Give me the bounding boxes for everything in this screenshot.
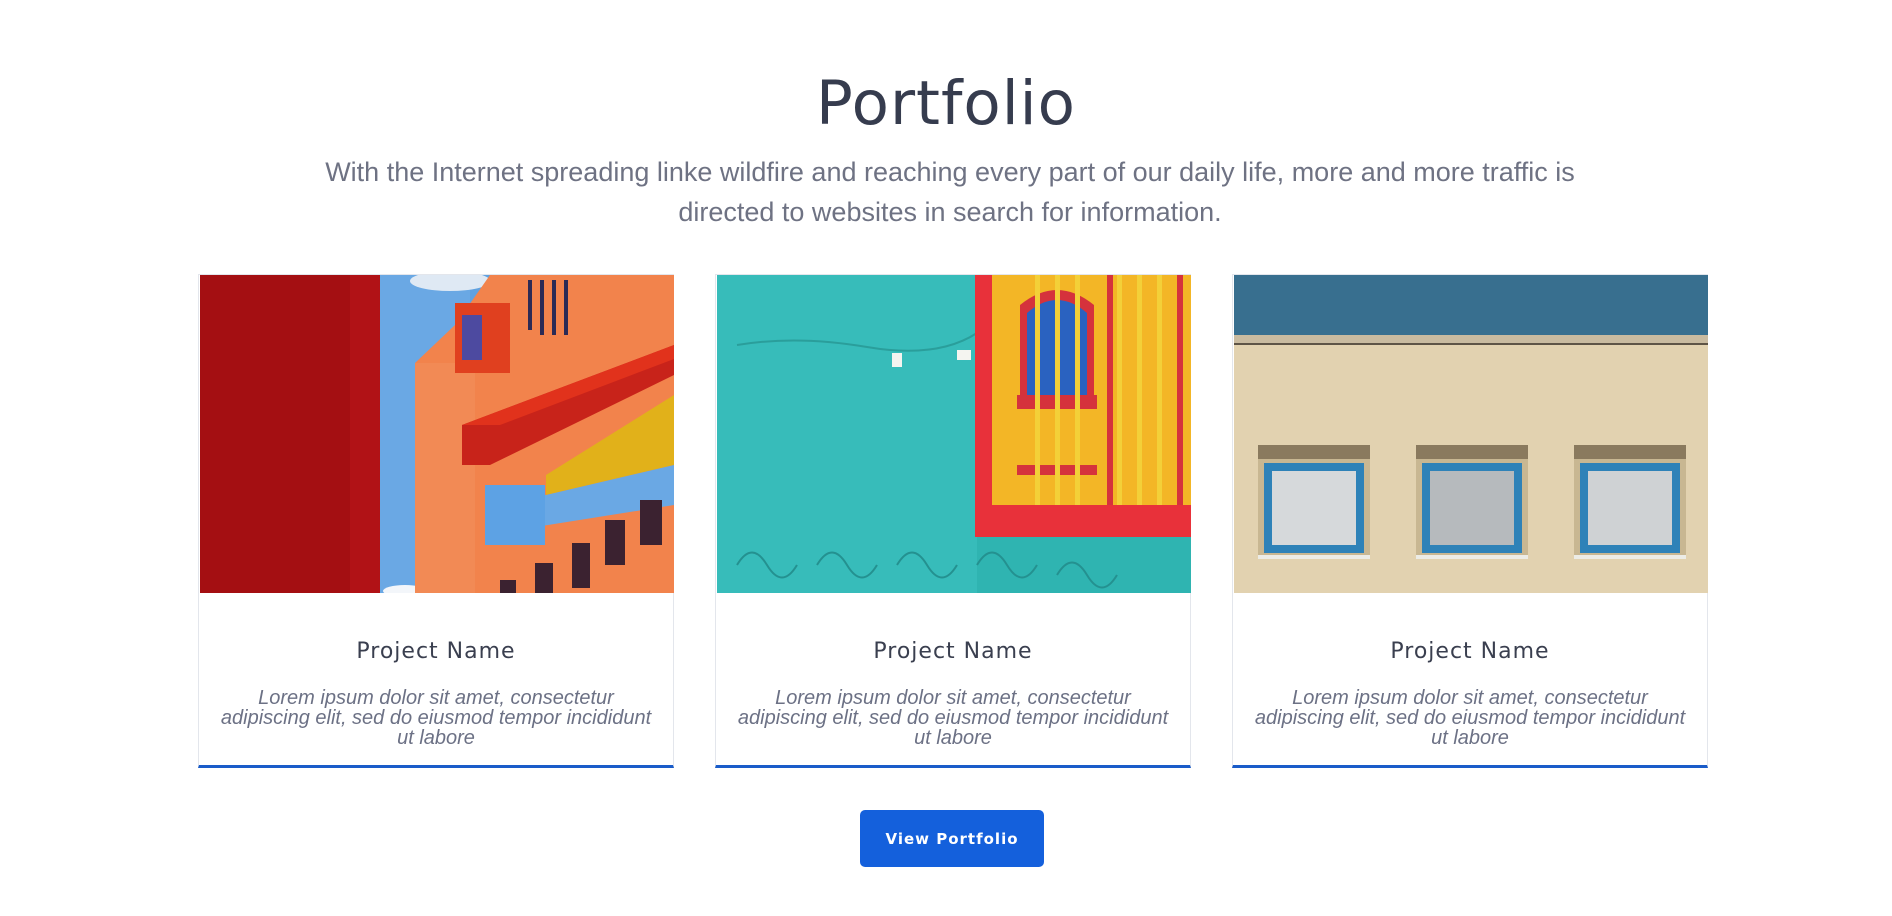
project-name: Project Name — [1390, 639, 1550, 664]
portfolio-card[interactable]: Project Name Lorem ipsum dolor sit amet,… — [198, 274, 674, 768]
project-name: Project Name — [873, 639, 1033, 664]
section-subtitle: With the Internet spreading linke wildfi… — [325, 157, 1575, 227]
project-image[interactable] — [1234, 275, 1708, 593]
project-image[interactable] — [717, 275, 1191, 593]
view-portfolio-button[interactable]: View Portfolio — [860, 810, 1044, 867]
project-description: Lorem ipsum dolor sit amet, consectetur … — [737, 687, 1169, 749]
project-description: Lorem ipsum dolor sit amet, consectetur … — [220, 687, 652, 749]
project-description: Lorem ipsum dolor sit amet, consectetur … — [1254, 687, 1686, 749]
project-name: Project Name — [356, 639, 516, 664]
portfolio-card[interactable]: Project Name Lorem ipsum dolor sit amet,… — [715, 274, 1191, 768]
portfolio-grid: Project Name Lorem ipsum dolor sit amet,… — [198, 274, 1708, 770]
portfolio-section: Portfolio With the Internet spreading li… — [0, 0, 1892, 916]
section-title: Portfolio — [816, 68, 1076, 139]
portfolio-card[interactable]: Project Name Lorem ipsum dolor sit amet,… — [1232, 274, 1708, 768]
project-image[interactable] — [200, 275, 674, 593]
